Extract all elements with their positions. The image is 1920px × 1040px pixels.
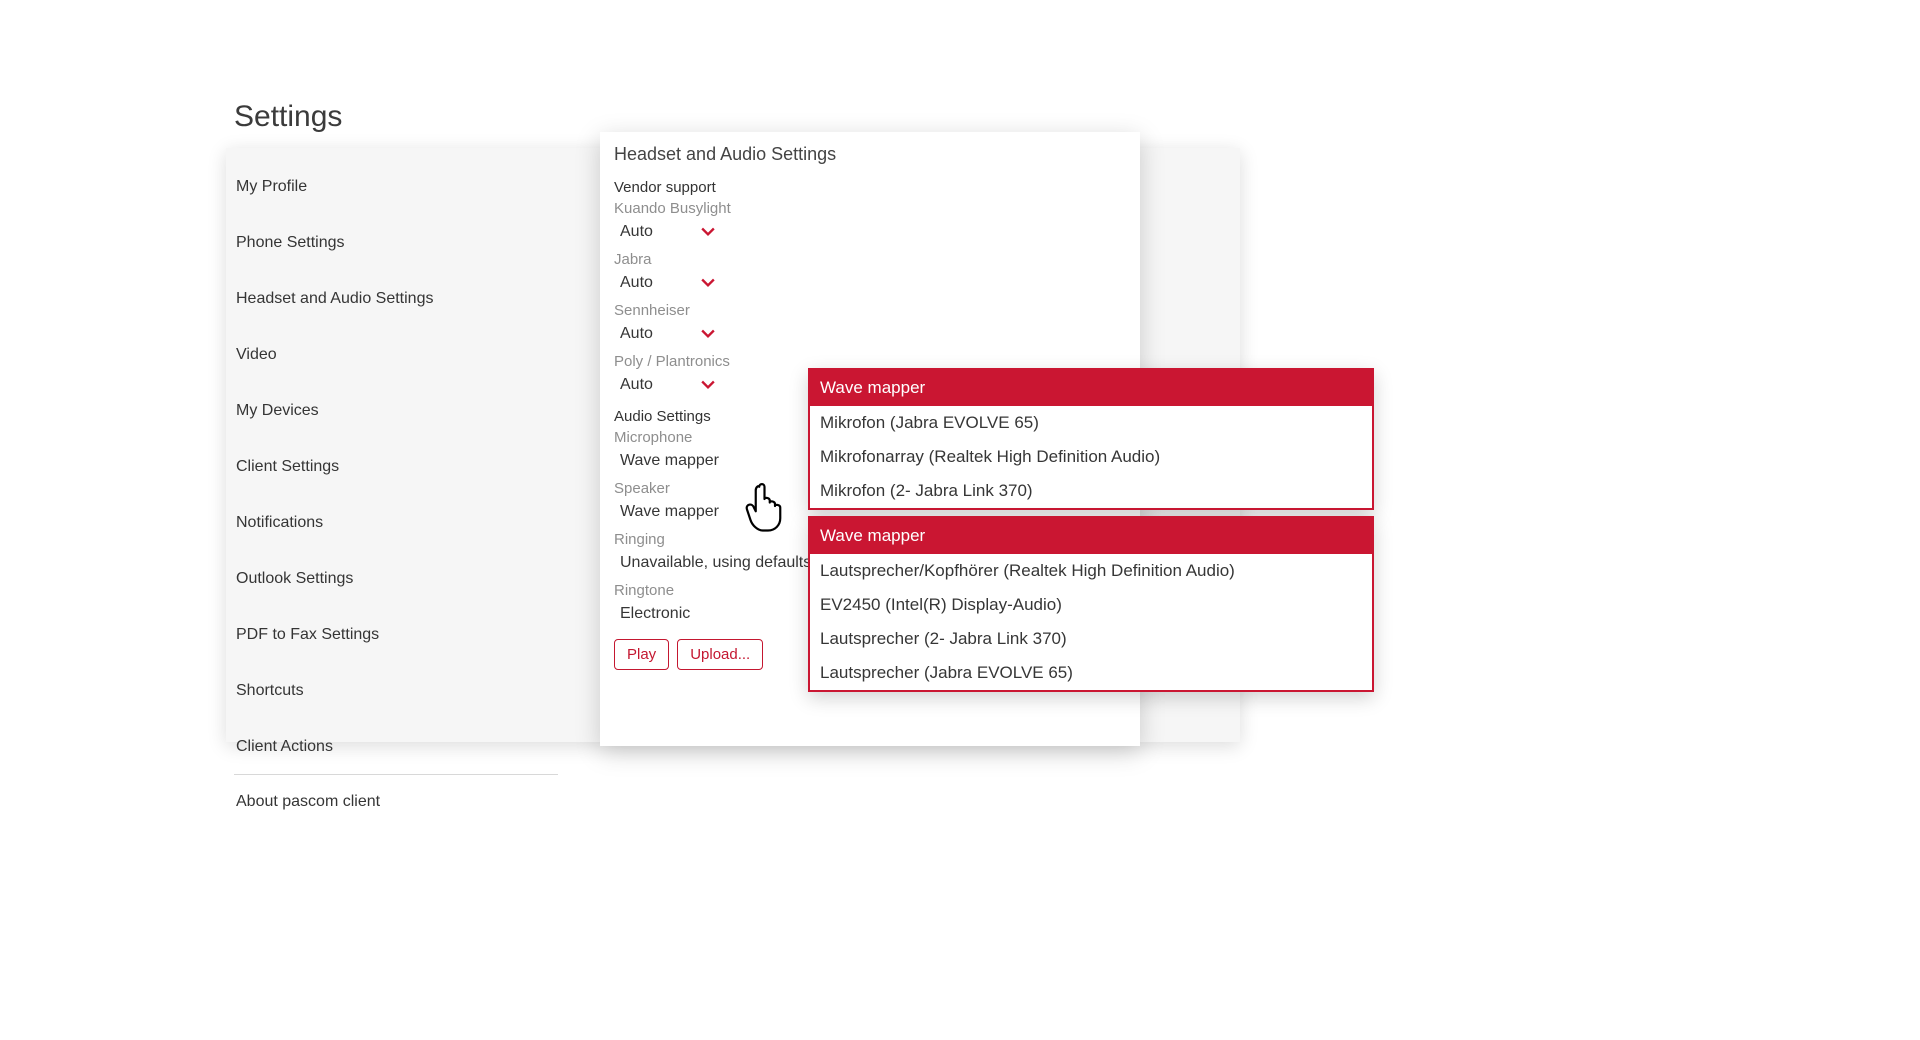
sidebar-item-video[interactable]: Video	[226, 334, 566, 376]
vendor-select-kuando[interactable]: Auto	[614, 219, 1126, 247]
sidebar-item-pdf-fax[interactable]: PDF to Fax Settings	[226, 614, 566, 656]
vendor-select-sennheiser[interactable]: Auto	[614, 321, 1126, 349]
sidebar-item-client-actions[interactable]: Client Actions	[226, 726, 566, 768]
speaker-dropdown: Wave mapper Lautsprecher/Kopfhörer (Real…	[808, 516, 1374, 692]
panel-title: Headset and Audio Settings	[614, 144, 1126, 165]
upload-button[interactable]: Upload...	[677, 639, 763, 670]
vendor-value-kuando: Auto	[620, 223, 653, 241]
vendor-support-heading: Vendor support	[614, 179, 1126, 196]
sidebar-divider	[234, 774, 558, 775]
chevron-down-icon	[701, 327, 715, 341]
sidebar-item-shortcuts[interactable]: Shortcuts	[226, 670, 566, 712]
settings-sidebar: My Profile Phone Settings Headset and Au…	[226, 148, 566, 841]
speaker-option-3[interactable]: Lautsprecher (Jabra EVOLVE 65)	[810, 656, 1372, 690]
sidebar-item-client-settings[interactable]: Client Settings	[226, 446, 566, 488]
microphone-value: Wave mapper	[620, 452, 719, 470]
vendor-label-jabra: Jabra	[614, 251, 1126, 268]
vendor-value-jabra: Auto	[620, 274, 653, 292]
speaker-option-0[interactable]: Lautsprecher/Kopfhörer (Realtek High Def…	[810, 554, 1372, 588]
mic-option-0[interactable]: Mikrofon (Jabra EVOLVE 65)	[810, 406, 1372, 440]
ringing-value: Unavailable, using defaults	[620, 554, 811, 572]
mic-option-1[interactable]: Mikrofonarray (Realtek High Definition A…	[810, 440, 1372, 474]
vendor-value-poly: Auto	[620, 376, 653, 394]
vendor-value-sennheiser: Auto	[620, 325, 653, 343]
chevron-down-icon	[701, 225, 715, 239]
sidebar-item-notifications[interactable]: Notifications	[226, 502, 566, 544]
speaker-option-1[interactable]: EV2450 (Intel(R) Display-Audio)	[810, 588, 1372, 622]
vendor-select-jabra[interactable]: Auto	[614, 270, 1126, 298]
play-button[interactable]: Play	[614, 639, 669, 670]
ringtone-value: Electronic	[620, 605, 690, 623]
vendor-label-sennheiser: Sennheiser	[614, 302, 1126, 319]
vendor-label-kuando: Kuando Busylight	[614, 200, 1126, 217]
page-title: Settings	[234, 100, 342, 134]
chevron-down-icon	[701, 276, 715, 290]
mic-option-2[interactable]: Mikrofon (2- Jabra Link 370)	[810, 474, 1372, 508]
sidebar-item-my-devices[interactable]: My Devices	[226, 390, 566, 432]
microphone-dropdown: Wave mapper Mikrofon (Jabra EVOLVE 65) M…	[808, 368, 1374, 510]
speaker-option-2[interactable]: Lautsprecher (2- Jabra Link 370)	[810, 622, 1372, 656]
chevron-down-icon	[701, 378, 715, 392]
sidebar-item-phone-settings[interactable]: Phone Settings	[226, 222, 566, 264]
speaker-dropdown-selected[interactable]: Wave mapper	[810, 518, 1372, 554]
mic-dropdown-selected[interactable]: Wave mapper	[810, 370, 1372, 406]
sidebar-item-headset-audio[interactable]: Headset and Audio Settings	[226, 278, 566, 320]
sidebar-item-outlook[interactable]: Outlook Settings	[226, 558, 566, 600]
sidebar-item-about[interactable]: About pascom client	[226, 781, 566, 823]
sidebar-item-my-profile[interactable]: My Profile	[226, 166, 566, 208]
speaker-value: Wave mapper	[620, 503, 719, 521]
